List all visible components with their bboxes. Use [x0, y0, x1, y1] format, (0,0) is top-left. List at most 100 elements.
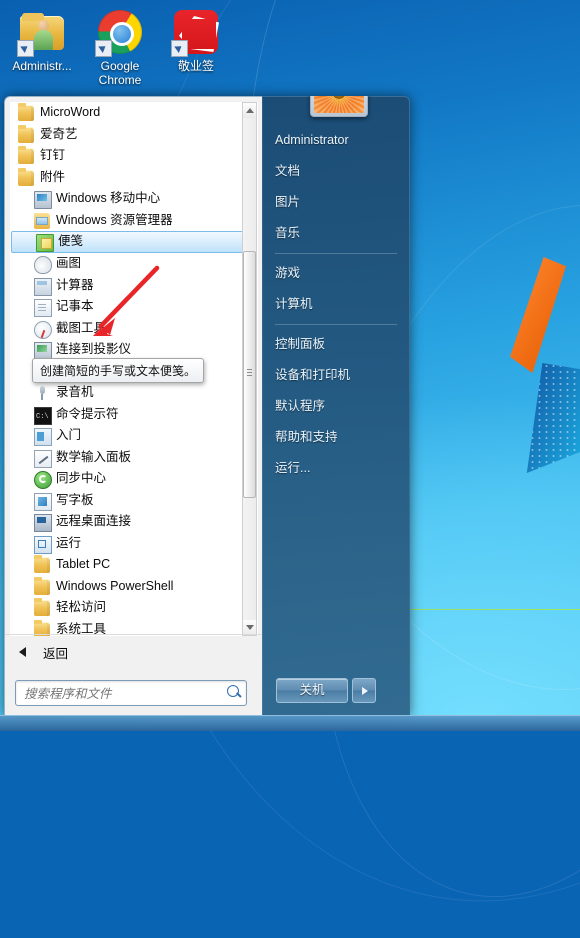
program-item-label: 附件: [40, 169, 66, 184]
program-item[interactable]: Windows 移动中心: [10, 188, 258, 210]
calculator-icon: [34, 277, 52, 296]
scroll-down-button[interactable]: [243, 620, 256, 635]
shutdown-button[interactable]: 关机: [276, 678, 348, 703]
program-item[interactable]: 画图: [10, 253, 258, 275]
program-item[interactable]: 便笺: [11, 231, 257, 253]
right-pane-item[interactable]: 控制面板: [262, 329, 409, 360]
program-item-label: 写字板: [56, 492, 94, 507]
right-pane-item[interactable]: 计算机: [262, 289, 409, 320]
right-pane-separator: [275, 324, 397, 325]
back-arrow-icon: [19, 647, 26, 657]
folder-icon: [34, 576, 50, 595]
right-pane-item[interactable]: 运行...: [262, 453, 409, 484]
sticky-notes-icon: [36, 234, 54, 252]
folder-icon: [34, 555, 50, 573]
program-item-label: Windows PowerShell: [56, 578, 174, 593]
program-item[interactable]: 录音机: [10, 382, 258, 404]
start-menu-left-pane: MicroWord 爱奇艺钉钉附件 Windows 移动中心 Windows 资源管理…: [4, 96, 262, 716]
program-item[interactable]: 记事本: [10, 296, 258, 318]
program-item[interactable]: 截图工具: [10, 318, 258, 340]
right-pane-item[interactable]: 音乐: [262, 218, 409, 249]
right-pane-separator: [275, 253, 397, 254]
search-box[interactable]: [15, 680, 247, 706]
start-menu-right-pane: Administrator 文档 图片 音乐游戏 计算机控制面板 设备和打印机 默认程序帮…: [262, 96, 410, 716]
desktop-icon-google-chrome[interactable]: Google Chrome: [82, 8, 158, 87]
program-item[interactable]: 轻松访问: [10, 597, 258, 619]
shutdown-options-arrow[interactable]: [352, 678, 376, 703]
taskbar[interactable]: [0, 715, 580, 731]
program-item-label: 同步中心: [56, 471, 107, 485]
program-item[interactable]: 同步中心: [10, 468, 258, 490]
program-item-label: 入门: [56, 428, 82, 442]
start-menu: MicroWord 爱奇艺钉钉附件 Windows 移动中心 Windows 资源管理…: [4, 96, 410, 716]
program-item[interactable]: 入门: [10, 425, 258, 447]
program-item-label: 录音机: [56, 385, 94, 399]
program-item-label: 数学输入面板: [56, 449, 132, 464]
program-item[interactable]: 钉钉: [10, 145, 258, 167]
folder-icon: [34, 598, 50, 616]
shortcut-overlay-icon: [171, 40, 188, 57]
right-pane-item[interactable]: 文档: [262, 156, 409, 187]
notepad-icon: [34, 299, 52, 317]
program-item-label: 钉钉: [40, 148, 66, 162]
folder-icon: [18, 146, 34, 164]
desktop-icon-administrator[interactable]: Administr...: [4, 8, 80, 73]
program-item[interactable]: 数学输入面板: [10, 447, 258, 469]
program-item[interactable]: 附件: [10, 167, 258, 189]
program-item-label: Windows 资源管理器: [56, 212, 173, 227]
explorer-icon: [34, 212, 50, 229]
program-item-label: 运行: [56, 535, 82, 550]
program-item[interactable]: 爱奇艺: [10, 124, 258, 146]
program-item-label: 计算器: [56, 277, 94, 292]
program-item-label: 截图工具: [56, 320, 107, 335]
program-item-label: MicroWord: [40, 105, 101, 119]
program-item[interactable]: Windows 资源管理器: [10, 210, 258, 232]
program-item[interactable]: Tablet PC: [10, 554, 258, 576]
back-button[interactable]: 返回: [5, 634, 262, 669]
jingyeqian-icon: [171, 8, 220, 57]
program-item-label: Tablet PC: [56, 557, 111, 571]
right-pane-item[interactable]: 设备和打印机: [262, 360, 409, 391]
program-item-label: 远程桌面连接: [56, 514, 132, 528]
sync-center-icon: [34, 471, 52, 489]
program-item[interactable]: 运行: [10, 533, 258, 555]
back-button-label: 返回: [43, 647, 69, 661]
desktop-icon-label-line2: Chrome: [98, 73, 142, 87]
snipping-tool-icon: [34, 320, 52, 339]
right-pane-item[interactable]: 游戏: [262, 258, 409, 289]
program-list-scrollbar[interactable]: [242, 102, 257, 636]
run-icon: [34, 535, 52, 554]
paint-icon: [34, 256, 52, 274]
user-folder-icon: [17, 8, 66, 57]
right-pane-items: 文档 图片 音乐游戏 计算机控制面板 设备和打印机 默认程序 帮助和支持 运行...: [262, 156, 409, 484]
program-item[interactable]: 写字板: [10, 490, 258, 512]
user-avatar[interactable]: [310, 96, 368, 117]
tooltip: 创建简短的手写或文本便笺。: [32, 358, 205, 383]
right-pane-item[interactable]: 图片: [262, 187, 409, 218]
remote-desktop-icon: [34, 514, 52, 532]
shortcut-overlay-icon: [17, 40, 34, 57]
program-item-label: 记事本: [56, 299, 94, 313]
desktop-icon-jingyeqian[interactable]: 敬业签: [158, 8, 234, 73]
desktop-icon-label: 敬业签: [177, 59, 214, 73]
sound-recorder-icon: [34, 385, 50, 401]
user-name[interactable]: Administrator: [262, 125, 409, 156]
program-item[interactable]: 远程桌面连接: [10, 511, 258, 533]
program-item[interactable]: 计算器: [10, 275, 258, 297]
program-item[interactable]: MicroWord: [10, 102, 258, 124]
program-item-label: Windows 移动中心: [56, 191, 161, 205]
right-pane-item[interactable]: 帮助和支持: [262, 422, 409, 453]
scrollbar-thumb[interactable]: [243, 251, 256, 498]
scroll-up-button[interactable]: [243, 103, 256, 118]
program-item-label: 命令提示符: [56, 406, 119, 421]
program-item[interactable]: 命令提示符: [10, 404, 258, 428]
program-item[interactable]: Windows PowerShell: [10, 576, 258, 598]
program-item-label: 连接到投影仪: [56, 342, 132, 356]
shortcut-overlay-icon: [95, 40, 112, 57]
mobility-center-icon: [34, 191, 52, 209]
program-item-label: 爱奇艺: [40, 126, 78, 141]
program-item-label: 便笺: [58, 234, 84, 248]
right-pane-item[interactable]: 默认程序: [262, 391, 409, 422]
avatar-flower-image: [314, 96, 364, 113]
search-input[interactable]: [22, 683, 216, 704]
